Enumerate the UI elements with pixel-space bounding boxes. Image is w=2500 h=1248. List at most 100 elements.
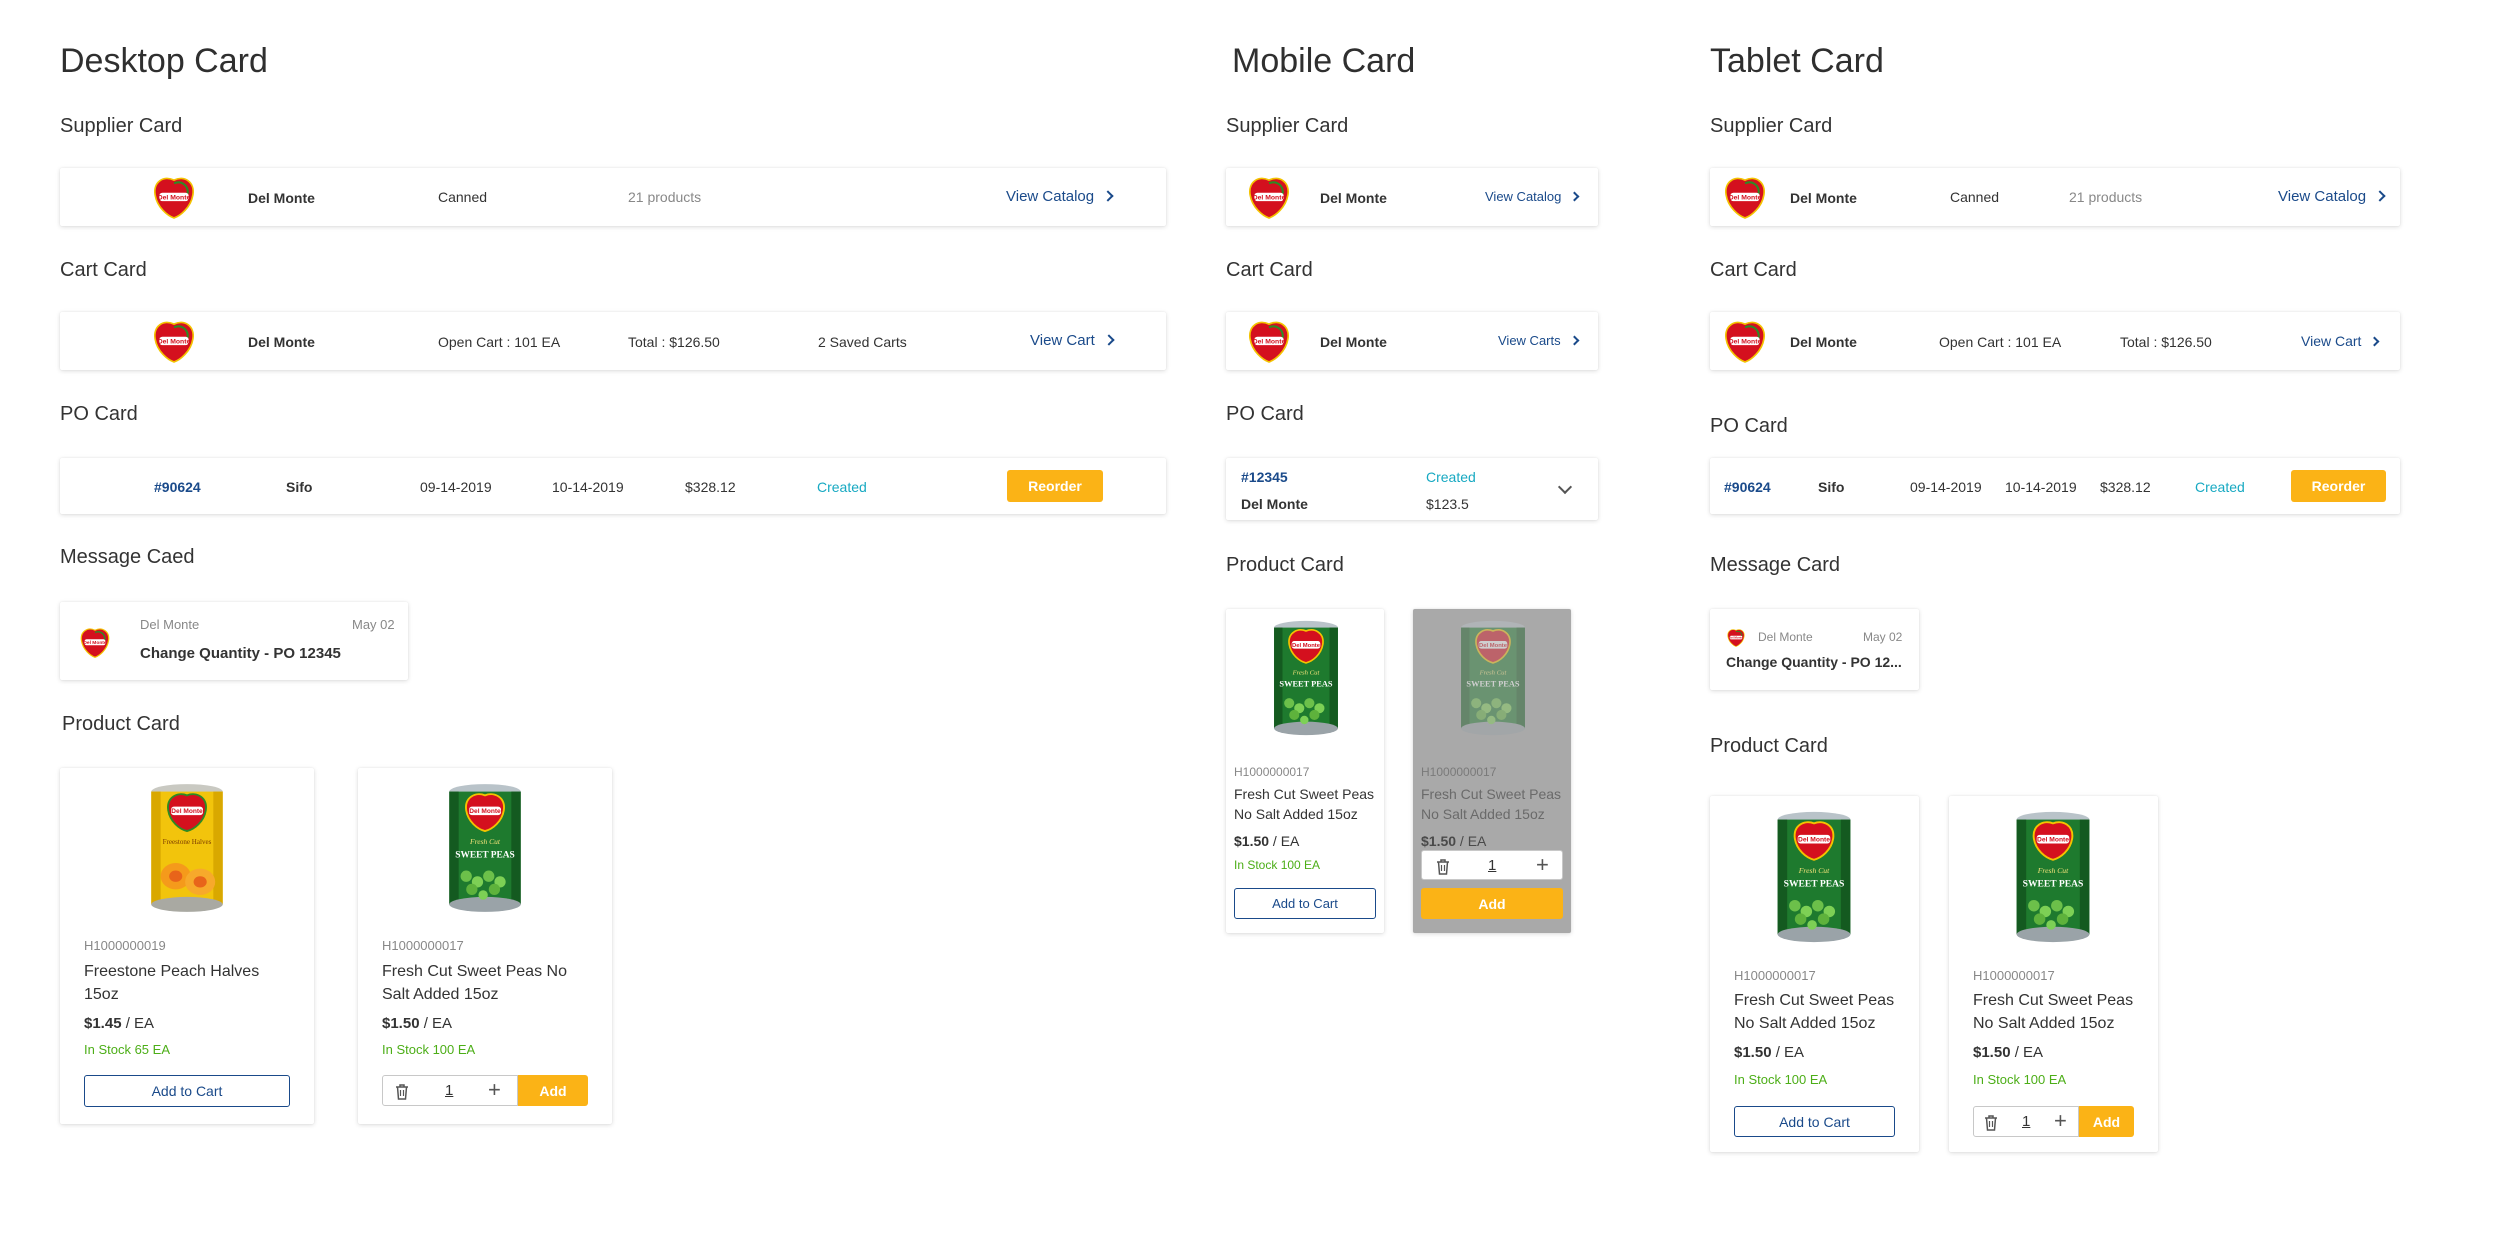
product-sku: H1000000017	[1421, 765, 1497, 779]
price-value: $1.45	[84, 1015, 122, 1032]
product-name-line1: Freestone Peach Halves	[84, 963, 260, 980]
product-name-line1: Fresh Cut Sweet Peas	[1234, 786, 1375, 802]
stock-status: In Stock 100 EA	[382, 1042, 476, 1057]
cart-total: Total : $126.50	[628, 334, 720, 350]
quantity-stepper: 1 +	[1421, 850, 1563, 880]
product-name-line1: Fresh Cut Sweet Peas No	[382, 963, 567, 980]
mobile-supplier-label: Supplier Card	[1226, 115, 1349, 137]
message-subject: Change Quantity - PO 12...	[1726, 654, 1902, 670]
trash-icon[interactable]	[393, 1082, 411, 1100]
desktop-cart-card: Del Monte Open Cart : 101 EA Total : $12…	[60, 312, 1166, 370]
product-name-line1: Fresh Cut Sweet Peas	[1734, 992, 1895, 1009]
supplier-product-count: 21 products	[2069, 189, 2143, 205]
sweet-peas-can-image	[2015, 810, 2091, 944]
view-carts-link[interactable]: View Carts	[1498, 333, 1580, 348]
product-sku: H1000000017	[1734, 968, 1816, 983]
stock-status: In Stock 100 EA	[1734, 1072, 1828, 1087]
view-cart-link[interactable]: View Cart	[1030, 333, 1115, 348]
product-name[interactable]: Fresh Cut Sweet Peas No Salt Added 15oz	[1421, 784, 1561, 825]
view-catalog-link[interactable]: View Catalog	[2278, 189, 2386, 204]
del-monte-logo	[1724, 177, 1766, 219]
price-unit: / EA	[121, 1015, 155, 1032]
product-name[interactable]: Freestone Peach Halves 15oz	[84, 960, 259, 1006]
po-number[interactable]: #12345	[1241, 470, 1288, 484]
tablet-product-card[interactable]: H1000000017 Fresh Cut Sweet Peas No Salt …	[1710, 796, 1919, 1152]
product-price: $1.50 / EA	[1734, 1044, 1804, 1061]
po-number[interactable]: #90624	[1724, 480, 1771, 494]
add-to-cart-button[interactable]: Add to Cart	[1234, 888, 1376, 919]
desktop-cart-label: Cart Card	[60, 259, 147, 281]
stock-status: In Stock 65 EA	[84, 1042, 170, 1057]
tablet-po-label: PO Card	[1710, 415, 1788, 437]
reorder-button[interactable]: Reorder	[2291, 470, 2386, 502]
po-number[interactable]: #90624	[154, 480, 201, 494]
product-price: $1.50 / EA	[1234, 833, 1299, 849]
mobile-product-card[interactable]: H1000000017 Fresh Cut Sweet Peas No Salt …	[1226, 609, 1384, 933]
desktop-message-label: Message Caed	[60, 546, 195, 568]
view-catalog-link[interactable]: View Catalog	[1006, 189, 1114, 204]
tablet-po-card: #90624 Sifo 09-14-2019 10-14-2019 $328.1…	[1710, 458, 2400, 514]
del-monte-logo	[1727, 629, 1745, 647]
desktop-supplier-card: Del Monte Canned 21 products View Catalo…	[60, 168, 1166, 226]
reorder-button[interactable]: Reorder	[1007, 470, 1103, 502]
add-button[interactable]: Add	[1421, 888, 1563, 919]
mobile-po-label: PO Card	[1226, 403, 1304, 425]
plus-icon[interactable]: +	[488, 1079, 501, 1101]
mobile-product-label: Product Card	[1226, 554, 1344, 576]
message-subject: Change Quantity - PO 12345	[140, 645, 341, 662]
message-from: Del Monte	[140, 617, 200, 632]
message-date: May 02	[1863, 630, 1903, 644]
desktop-product-card-peas[interactable]: H1000000017 Fresh Cut Sweet Peas No Salt …	[358, 768, 612, 1124]
quantity-value[interactable]: 1	[445, 1082, 453, 1099]
product-name-line2: No Salt Added 15oz	[1973, 1015, 2115, 1033]
product-price: $1.50 / EA	[1973, 1044, 2043, 1061]
add-to-cart-button[interactable]: Add to Cart	[84, 1075, 290, 1107]
price-unit: / EA	[2010, 1044, 2044, 1061]
quantity-stepper: 1 +	[382, 1075, 518, 1106]
po-status: Created	[1426, 469, 1476, 485]
del-monte-logo	[153, 177, 195, 219]
stock-status: In Stock 100 EA	[1973, 1072, 2067, 1087]
product-name-line2: 15oz	[84, 986, 119, 1004]
price-unit: / EA	[419, 1015, 453, 1032]
add-button[interactable]: Add	[2079, 1106, 2134, 1137]
product-name[interactable]: Fresh Cut Sweet Peas No Salt Added 15oz	[1973, 989, 2133, 1035]
trash-icon[interactable]	[1434, 857, 1452, 875]
tablet-section-title: Tablet Card	[1710, 42, 1884, 80]
desktop-po-label: PO Card	[60, 403, 138, 425]
view-carts-label: View Carts	[1498, 333, 1561, 348]
tablet-product-card-stepper[interactable]: H1000000017 Fresh Cut Sweet Peas No Salt …	[1949, 796, 2158, 1152]
chevron-down-icon[interactable]	[1557, 479, 1573, 495]
tablet-message-card[interactable]: Del Monte May 02 Change Quantity - PO 12…	[1710, 609, 1919, 690]
product-price: $1.45 / EA	[84, 1015, 154, 1032]
desktop-message-card[interactable]: Del Monte May 02 Change Quantity - PO 12…	[60, 602, 408, 680]
view-catalog-link[interactable]: View Catalog	[1485, 190, 1580, 203]
add-to-cart-button[interactable]: Add to Cart	[1734, 1106, 1895, 1137]
product-name[interactable]: Fresh Cut Sweet Peas No Salt Added 15oz	[1734, 989, 1894, 1035]
po-delivery-date: 10-14-2019	[2005, 479, 2077, 495]
add-button[interactable]: Add	[518, 1075, 588, 1106]
message-date: May 02	[352, 617, 395, 632]
supplier-name: Del Monte	[1790, 190, 1857, 206]
view-cart-link[interactable]: View Cart	[2301, 333, 2380, 349]
po-supplier: Sifo	[1818, 479, 1845, 495]
product-price: $1.50 / EA	[1421, 833, 1486, 849]
price-value: $1.50	[1234, 833, 1270, 849]
plus-icon[interactable]: +	[2054, 1110, 2067, 1132]
desktop-product-card-peach[interactable]: H1000000019 Freestone Peach Halves 15oz $…	[60, 768, 314, 1124]
desktop-product-label: Product Card	[62, 713, 180, 735]
product-name[interactable]: Fresh Cut Sweet Peas No Salt Added 15oz	[382, 960, 567, 1006]
trash-icon[interactable]	[1982, 1113, 2000, 1131]
mobile-product-card-active[interactable]: H1000000017 Fresh Cut Sweet Peas No Salt …	[1413, 609, 1571, 933]
quantity-value[interactable]: 1	[2022, 1113, 2030, 1130]
price-value: $1.50	[1421, 833, 1457, 849]
tablet-supplier-label: Supplier Card	[1710, 115, 1833, 137]
view-cart-label: View Cart	[2301, 333, 2362, 349]
product-sku: H1000000017	[382, 938, 464, 953]
quantity-value[interactable]: 1	[1488, 857, 1496, 874]
plus-icon[interactable]: +	[1536, 854, 1549, 876]
mobile-po-card[interactable]: #12345 Created Del Monte $123.5	[1226, 458, 1598, 520]
product-name[interactable]: Fresh Cut Sweet Peas No Salt Added 15oz	[1234, 784, 1374, 825]
po-status: Created	[2195, 479, 2245, 495]
desktop-supplier-label: Supplier Card	[60, 115, 183, 137]
